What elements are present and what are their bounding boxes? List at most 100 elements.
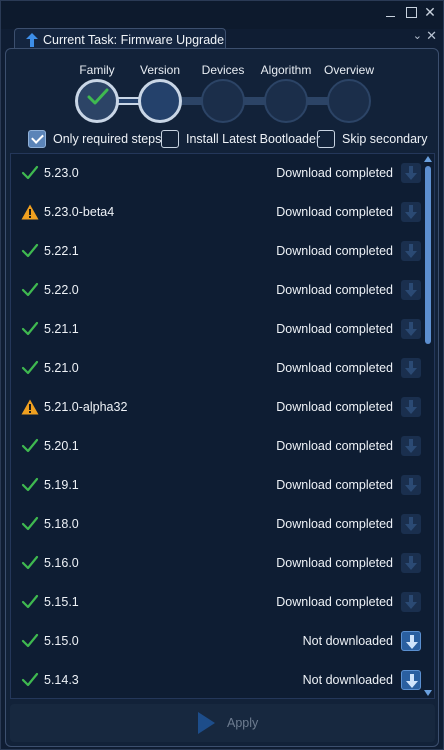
tab-title: Current Task: Firmware Upgrade <box>43 32 225 47</box>
download-button[interactable] <box>401 592 421 612</box>
version-label: 5.22.1 <box>44 244 79 258</box>
version-row[interactable]: 5.21.0 Download completed <box>11 349 423 388</box>
version-row[interactable]: 5.20.1 Download completed <box>11 427 423 466</box>
version-row[interactable]: 5.21.1 Download completed <box>11 310 423 349</box>
download-status: Download completed <box>276 517 393 531</box>
skip-secondary-label: Skip secondary <box>342 132 428 146</box>
step-label-devices: Devices <box>201 63 245 77</box>
chevron-down-icon[interactable]: ⌄ <box>413 29 422 42</box>
arrow-up-icon <box>26 32 38 47</box>
download-button[interactable] <box>401 514 421 534</box>
version-label: 5.21.1 <box>44 322 79 336</box>
skip-secondary-checkbox[interactable]: Skip secondary <box>317 130 427 148</box>
download-status: Download completed <box>276 400 393 414</box>
download-status: Download completed <box>276 478 393 492</box>
download-status: Download completed <box>276 361 393 375</box>
scroll-thumb[interactable] <box>425 166 431 344</box>
download-button[interactable] <box>401 475 421 495</box>
version-row[interactable]: 5.21.0-alpha32 Download completed <box>11 388 423 427</box>
version-label: 5.23.0-beta4 <box>44 205 115 219</box>
version-row[interactable]: 5.22.1 Download completed <box>11 232 423 271</box>
download-icon <box>406 674 418 688</box>
step-node-devices[interactable] <box>201 79 245 123</box>
version-row[interactable]: 5.19.1 Download completed <box>11 466 423 505</box>
version-label: 5.20.1 <box>44 439 79 453</box>
download-button[interactable] <box>401 163 421 183</box>
version-label: 5.14.3 <box>44 673 79 687</box>
tab-current-task[interactable]: Current Task: Firmware Upgrade <box>14 28 226 50</box>
download-icon <box>405 400 417 414</box>
download-button[interactable] <box>401 280 421 300</box>
download-button[interactable] <box>401 358 421 378</box>
download-button[interactable] <box>401 631 421 651</box>
download-icon <box>405 283 417 297</box>
check-icon <box>21 165 39 180</box>
download-icon <box>405 361 417 375</box>
download-status: Download completed <box>276 556 393 570</box>
download-button[interactable] <box>401 553 421 573</box>
apply-bar: Apply <box>10 704 435 742</box>
step-node-family[interactable] <box>75 79 119 123</box>
check-icon <box>21 243 39 258</box>
step-node-overview[interactable] <box>327 79 371 123</box>
checkbox-box[interactable] <box>317 130 335 148</box>
download-status: Download completed <box>276 205 393 219</box>
tab-strip: Current Task: Firmware Upgrade ⌄ ✕ <box>1 27 443 50</box>
step-label-version: Version <box>139 63 181 77</box>
warning-icon <box>21 204 39 220</box>
version-row[interactable]: 5.14.3 Not downloaded <box>11 661 423 698</box>
step-node-version[interactable] <box>138 79 182 123</box>
version-label: 5.23.0 <box>44 166 79 180</box>
download-icon <box>405 166 417 180</box>
download-status: Download completed <box>276 283 393 297</box>
download-button[interactable] <box>401 436 421 456</box>
maximize-button[interactable] <box>404 5 418 19</box>
version-row[interactable]: 5.22.0 Download completed <box>11 271 423 310</box>
check-icon <box>21 321 39 336</box>
download-status: Download completed <box>276 244 393 258</box>
scroll-up-arrow[interactable] <box>424 156 432 162</box>
check-icon <box>21 672 39 687</box>
version-row[interactable]: 5.15.0 Not downloaded <box>11 622 423 661</box>
install-latest-bootloader-checkbox[interactable]: Install Latest Bootloader <box>161 130 320 148</box>
minimize-button[interactable] <box>384 5 398 19</box>
download-button[interactable] <box>401 202 421 222</box>
download-button[interactable] <box>401 670 421 690</box>
scroll-down-arrow[interactable] <box>424 690 432 696</box>
download-icon <box>406 635 418 649</box>
version-label: 5.15.1 <box>44 595 79 609</box>
version-row[interactable]: 5.18.0 Download completed <box>11 505 423 544</box>
version-label: 5.19.1 <box>44 478 79 492</box>
apply-button[interactable]: Apply <box>196 711 258 735</box>
step-node-algorithm[interactable] <box>264 79 308 123</box>
step-label-overview: Overview <box>323 63 375 77</box>
wizard-steps: Family Version Devices Algorithm Overvie… <box>6 49 440 129</box>
checkbox-box[interactable] <box>161 130 179 148</box>
checkbox-box[interactable] <box>28 130 46 148</box>
download-button[interactable] <box>401 241 421 261</box>
title-bar: ✕ <box>1 1 443 29</box>
download-button[interactable] <box>401 397 421 417</box>
download-icon <box>405 322 417 336</box>
version-list[interactable]: 5.23.0 Download completed 5.23.0-beta4 Down… <box>10 153 435 699</box>
download-status: Not downloaded <box>302 673 393 687</box>
scrollbar[interactable] <box>423 154 433 698</box>
version-row[interactable]: 5.23.0 Download completed <box>11 154 423 193</box>
check-icon <box>21 555 39 570</box>
check-icon <box>21 477 39 492</box>
wizard-panel: Family Version Devices Algorithm Overvie… <box>5 48 439 747</box>
download-icon <box>405 439 417 453</box>
close-tab-button[interactable]: ✕ <box>426 28 437 44</box>
version-row[interactable]: 5.23.0-beta4 Download completed <box>11 193 423 232</box>
download-button[interactable] <box>401 319 421 339</box>
check-icon <box>21 516 39 531</box>
version-label: 5.21.0 <box>44 361 79 375</box>
version-row[interactable]: 5.16.0 Download completed <box>11 544 423 583</box>
step-label-family: Family <box>79 63 115 77</box>
apply-label: Apply <box>227 716 259 730</box>
only-required-steps-checkbox[interactable]: Only required steps <box>28 130 161 148</box>
firmware-upgrade-window: ✕ Current Task: Firmware Upgrade ⌄ ✕ Fam… <box>0 0 444 750</box>
step-label-algorithm: Algorithm <box>260 63 312 77</box>
version-row[interactable]: 5.15.1 Download completed <box>11 583 423 622</box>
close-window-button[interactable]: ✕ <box>423 5 437 19</box>
